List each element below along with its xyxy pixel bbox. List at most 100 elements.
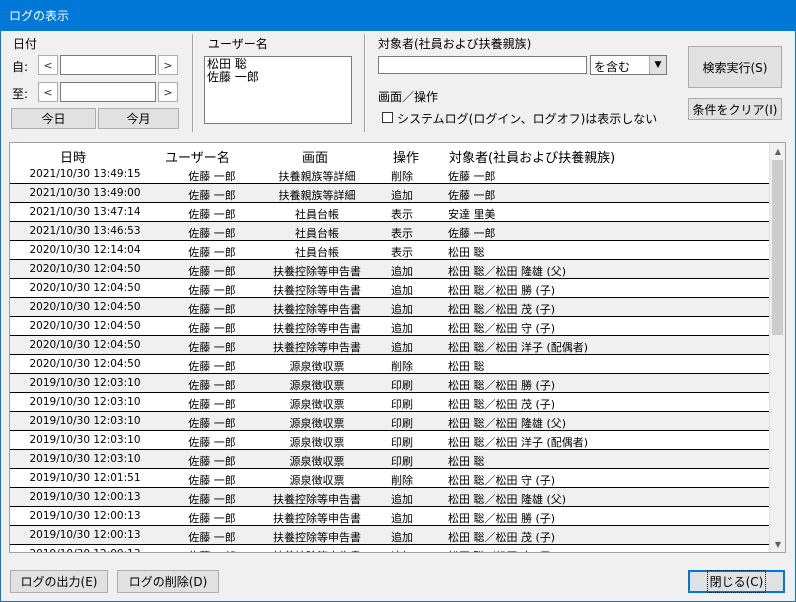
- cell-target: 松田 聡／松田 隆雄 (父): [448, 493, 567, 506]
- scrollbar-thumb[interactable]: [772, 160, 783, 335]
- table-row[interactable]: 2021/10/30 13:49:15 佐藤 一郎 扶養親族等詳細 削除 佐藤 一郎: [10, 165, 770, 184]
- date-to-next-button[interactable]: >: [158, 82, 178, 102]
- date-to-prev-button[interactable]: <: [38, 82, 58, 102]
- cell-user: 佐藤 一郎: [188, 189, 236, 202]
- cell-user: 佐藤 一郎: [188, 512, 236, 525]
- today-button[interactable]: 今日: [11, 108, 96, 129]
- table-row[interactable]: 2020/10/30 12:04:50 佐藤 一郎 扶養控除等申告書 追加 松田 聡／松…: [10, 260, 770, 279]
- system-log-checkbox[interactable]: [382, 112, 393, 123]
- cell-datetime: 2020/10/30 12:04:50: [29, 263, 141, 275]
- table-row[interactable]: 2021/10/30 13:46:53 佐藤 一郎 社員台帳 表示 佐藤 一郎: [10, 222, 770, 241]
- cell-operation: 印刷: [391, 455, 413, 468]
- cell-user: 佐藤 一郎: [188, 227, 236, 240]
- table-row[interactable]: 2019/10/30 12:03:10 佐藤 一郎 源泉徴収票 印刷 松田 聡／松田 茂…: [10, 393, 770, 412]
- cell-user: 佐藤 一郎: [188, 341, 236, 354]
- window-title: ログの表示: [9, 9, 70, 23]
- table-row[interactable]: 2019/10/30 12:01:51 佐藤 一郎 源泉徴収票 削除 松田 聡／松田 守…: [10, 469, 770, 488]
- cell-datetime: 2020/10/30 12:14:04: [29, 244, 141, 256]
- table-row[interactable]: 2020/10/30 12:04:50 佐藤 一郎 扶養控除等申告書 追加 松田 聡／松…: [10, 279, 770, 298]
- cell-screen: 社員台帳: [295, 208, 339, 221]
- table-row[interactable]: 2019/10/30 12:03:10 佐藤 一郎 源泉徴収票 印刷 松田 聡: [10, 450, 770, 469]
- table-row[interactable]: 2020/10/30 12:04:50 佐藤 一郎 扶養控除等申告書 追加 松田 聡／松…: [10, 317, 770, 336]
- date-from-prev-button[interactable]: <: [38, 55, 58, 75]
- table-row[interactable]: 2019/10/30 12:03:10 佐藤 一郎 源泉徴収票 印刷 松田 聡／松田 隆…: [10, 412, 770, 431]
- vertical-scrollbar[interactable]: ▲ ▼: [769, 143, 785, 552]
- chevron-down-icon[interactable]: ▼: [649, 56, 666, 74]
- cell-operation: 追加: [391, 512, 413, 525]
- table-row[interactable]: 2019/10/30 12:03:10 佐藤 一郎 源泉徴収票 印刷 松田 聡／松田 勝…: [10, 374, 770, 393]
- cell-datetime: 2019/10/30 12:00:13: [29, 491, 141, 503]
- chevron-left-icon: <: [43, 85, 53, 99]
- cell-target: 松田 聡／松田 洋子 (配偶者): [448, 436, 589, 449]
- table-row[interactable]: 2021/10/30 13:49:00 佐藤 一郎 扶養親族等詳細 追加 佐藤 一郎: [10, 184, 770, 203]
- table-row[interactable]: 2020/10/30 12:04:50 佐藤 一郎 扶養控除等申告書 追加 松田 聡／松…: [10, 298, 770, 317]
- date-to-input[interactable]: [60, 82, 156, 102]
- cell-datetime: 2020/10/30 12:04:50: [29, 301, 141, 313]
- cell-user: 佐藤 一郎: [188, 531, 236, 544]
- cell-target: 安達 里美: [448, 208, 496, 221]
- table-row[interactable]: 2020/10/30 12:14:04 佐藤 一郎 社員台帳 表示 松田 聡: [10, 241, 770, 260]
- table-row[interactable]: 2020/10/30 12:04:50 佐藤 一郎 源泉徴収票 削除 松田 聡: [10, 355, 770, 374]
- cell-screen: 扶養控除等申告書: [273, 303, 361, 316]
- date-group-label: 日付: [13, 37, 38, 51]
- cell-target: 松田 聡／松田 守 (子): [448, 322, 556, 335]
- cell-datetime: 2019/10/30 12:03:10: [29, 453, 141, 465]
- cell-user: 佐藤 一郎: [188, 284, 236, 297]
- log-grid[interactable]: 日時 ユーザー名 画面 操作 対象者(社員および扶養親族) 2021/10/30…: [9, 142, 786, 553]
- cell-target: 松田 聡／松田 隆雄 (父): [448, 265, 567, 278]
- search-button[interactable]: 検索実行(S): [688, 46, 782, 88]
- cell-user: 佐藤 一郎: [188, 455, 236, 468]
- column-header-operation[interactable]: 操作: [393, 147, 419, 166]
- cell-target: 松田 聡／松田 勝 (子): [448, 512, 556, 525]
- date-from-input[interactable]: [60, 55, 156, 75]
- cell-operation: 印刷: [391, 436, 413, 449]
- close-button[interactable]: 閉じる(C): [688, 570, 785, 593]
- column-header-datetime[interactable]: 日時: [60, 147, 86, 166]
- export-log-button[interactable]: ログの出力(E): [10, 570, 108, 593]
- cell-operation: 追加: [391, 303, 413, 316]
- this-month-button[interactable]: 今月: [98, 108, 179, 129]
- cell-target: 松田 聡／松田 守 (子): [448, 474, 556, 487]
- cell-datetime: 2020/10/30 12:04:50: [29, 358, 141, 370]
- table-row[interactable]: 2019/10/30 12:03:10 佐藤 一郎 源泉徴収票 印刷 松田 聡／松田 洋…: [10, 431, 770, 450]
- scroll-up-icon[interactable]: ▲: [770, 143, 785, 159]
- cell-user: 佐藤 一郎: [188, 398, 236, 411]
- delete-log-button-label: ログの削除(D): [128, 575, 208, 589]
- user-list-item[interactable]: 佐藤 一郎: [207, 71, 349, 84]
- cell-datetime: 2020/10/30 12:04:50: [29, 339, 141, 351]
- column-header-target[interactable]: 対象者(社員および扶養親族): [449, 147, 615, 166]
- table-row[interactable]: 2019/10/30 12:00:13佐藤 一郎扶養控除等申告書追加松田 聡／松…: [10, 526, 770, 545]
- cell-target: 松田 聡: [448, 360, 485, 373]
- match-mode-select[interactable]: を含む ▼: [590, 55, 667, 75]
- title-bar: ログの表示: [0, 0, 796, 31]
- cell-datetime: 2019/10/30 12:00:13: [29, 529, 141, 541]
- clear-conditions-button-label: 条件をクリア(I): [692, 102, 778, 117]
- this-month-button-label: 今月: [126, 112, 151, 126]
- table-row[interactable]: 2019/10/30 12:00:13佐藤 一郎扶養控除等申告書追加松田 聡／松…: [10, 488, 770, 507]
- user-listbox[interactable]: 松田 聡 佐藤 一郎: [204, 56, 352, 124]
- column-header-user[interactable]: ユーザー名: [165, 147, 230, 166]
- cell-target: 松田 聡: [448, 246, 485, 259]
- table-row[interactable]: 2020/10/30 12:04:50 佐藤 一郎 扶養控除等申告書 追加 松田 聡／松…: [10, 336, 770, 355]
- system-log-checkbox-label[interactable]: システムログ(ログイン、ログオフ)は表示しない: [397, 110, 657, 127]
- clear-conditions-button[interactable]: 条件をクリア(I): [688, 98, 782, 120]
- cell-operation: 追加: [391, 322, 413, 335]
- scroll-down-icon[interactable]: ▼: [770, 536, 785, 552]
- screen-group-label: 画面／操作: [378, 90, 439, 104]
- date-from-next-button[interactable]: >: [158, 55, 178, 75]
- cell-screen: 源泉徴収票: [289, 360, 345, 373]
- delete-log-button[interactable]: ログの削除(D): [117, 570, 219, 593]
- cell-target: 松田 聡／松田 茂 (子): [448, 398, 556, 411]
- target-group-label: 対象者(社員および扶養親族): [378, 37, 532, 51]
- cell-screen: 扶養控除等申告書: [273, 284, 361, 297]
- cell-operation: 削除: [391, 474, 413, 487]
- target-input[interactable]: [378, 56, 587, 74]
- cell-screen: 扶養控除等申告書: [273, 531, 361, 544]
- cell-target: 松田 聡／松田 茂 (子): [448, 531, 556, 544]
- cell-datetime: 2019/10/30 12:03:10: [29, 396, 141, 408]
- cell-target: 松田 聡／松田 勝 (子): [448, 379, 556, 392]
- table-row[interactable]: 2021/10/30 13:47:14 佐藤 一郎 社員台帳 表示 安達 里美: [10, 203, 770, 222]
- table-row[interactable]: 2019/10/30 12:00:13佐藤 一郎扶養控除等申告書追加松田 聡／松…: [10, 507, 770, 526]
- column-header-screen[interactable]: 画面: [302, 147, 328, 166]
- table-row[interactable]: 2019/10/30 12:00:13佐藤 一郎扶養控除等申告書追加松田 聡／松…: [10, 545, 770, 552]
